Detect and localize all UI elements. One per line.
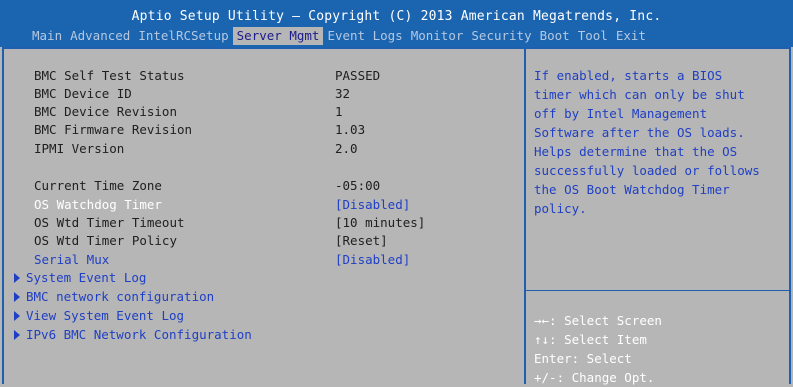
key-help-line: +/-: Change Opt. [534,370,655,385]
main-panel: BMC Self Test Status PASSED BMC Device I… [2,47,791,387]
info-label: BMC Device Revision [34,104,177,119]
tab-tool[interactable]: Tool [574,27,612,45]
submenu-system-event-log[interactable]: System Event Log [14,269,146,287]
app-title: Aptio Setup Utility – Copyright (C) 2013… [131,9,662,24]
tab-advanced[interactable]: Advanced [66,27,134,45]
key-help: →←: Select Screen ↑↓: Select Item Enter:… [534,311,662,387]
triangle-right-icon [14,330,20,340]
info-value: 1 [335,104,343,119]
setting-label: Current Time Zone [34,178,162,193]
tab-intelrcsetup[interactable]: IntelRCSetup [134,27,232,45]
key-help-line: Enter: Select [534,351,632,366]
triangle-right-icon [14,311,20,321]
submenu-label[interactable]: BMC network configuration [26,289,214,304]
info-value: 2.0 [335,141,358,156]
triangle-right-icon [14,273,20,283]
help-line: Helps determine that the OS [534,144,738,159]
setting-label-selected[interactable]: OS Watchdog Timer [34,196,162,214]
help-line: the OS Boot Watchdog Timer [534,182,730,197]
key-help-line: →←: Select Screen [534,313,662,328]
info-label: BMC Self Test Status [34,68,185,83]
help-line: off by Intel Management [534,106,708,121]
frame-top-border [2,47,791,49]
submenu-label[interactable]: IPv6 BMC Network Configuration [26,327,252,342]
setting-value: -05:00 [335,178,381,193]
header-bar: Aptio Setup Utility – Copyright (C) 2013… [0,0,793,47]
panel-divider [524,47,526,384]
tab-main[interactable]: Main [28,27,66,45]
setting-label[interactable]: Serial Mux [34,251,109,269]
setting-value-option[interactable]: [10 minutes] [335,214,425,232]
help-line: If enabled, starts a BIOS [534,68,723,83]
submenu-bmc-network-configuration[interactable]: BMC network configuration [14,288,214,306]
tab-server-mgmt[interactable]: Server Mgmt [232,27,324,45]
submenu-view-system-event-log[interactable]: View System Event Log [14,307,184,325]
help-text: If enabled, starts a BIOS timer which ca… [534,66,774,218]
setting-label: OS Wtd Timer Timeout [34,215,185,230]
info-value: 32 [335,86,351,101]
info-value: 1.03 [335,122,366,137]
info-label: BMC Device ID [34,86,132,101]
help-line: timer which can only be shut [534,87,745,102]
info-label: IPMI Version [34,141,125,156]
menu-bar: Main Advanced IntelRCSetup Server Mgmt E… [28,27,650,45]
tab-exit[interactable]: Exit [612,27,650,45]
submenu-label[interactable]: View System Event Log [26,308,184,323]
key-help-line: ↑↓: Select Item [534,332,647,347]
setting-label: OS Wtd Timer Policy [34,233,177,248]
triangle-right-icon [14,292,20,302]
tab-boot[interactable]: Boot [536,27,574,45]
help-line: Software after the OS loads. [534,125,745,140]
setting-value-option[interactable]: [Disabled] [335,251,410,269]
tab-monitor[interactable]: Monitor [407,27,468,45]
info-label: BMC Firmware Revision [34,122,193,137]
submenu-label[interactable]: System Event Log [26,270,146,285]
frame-right-border [789,47,791,384]
setting-value-option[interactable]: [Reset] [335,232,388,250]
help-line: policy. [534,201,587,216]
help-separator [524,290,791,291]
setting-value-option[interactable]: [Disabled] [335,196,410,214]
info-value: PASSED [335,68,381,83]
tab-security[interactable]: Security [467,27,535,45]
tab-event-logs[interactable]: Event Logs [323,27,406,45]
submenu-ipv6-bmc-network-configuration[interactable]: IPv6 BMC Network Configuration [14,326,252,344]
help-line: successfully loaded or follows [534,163,760,178]
frame-left-border [2,47,4,384]
